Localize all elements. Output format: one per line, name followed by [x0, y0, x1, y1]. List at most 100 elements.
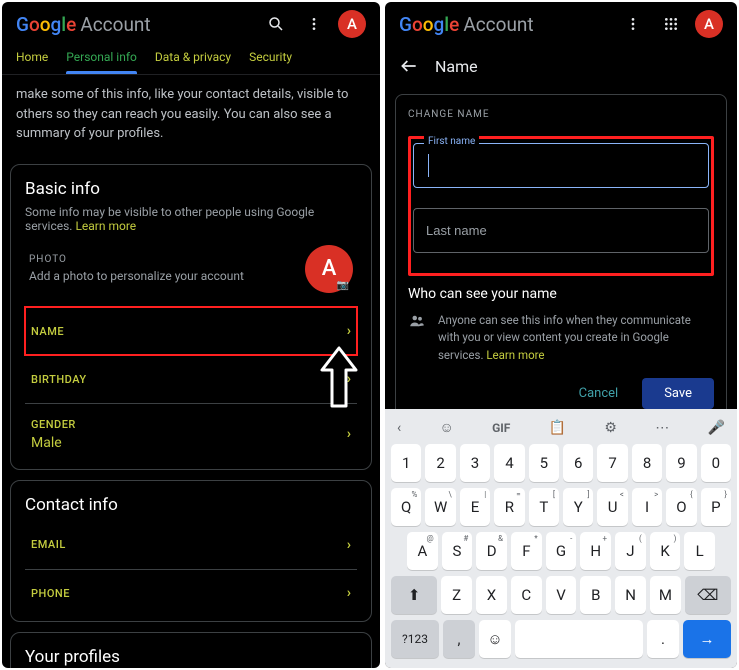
- chevron-left-icon[interactable]: ‹: [397, 420, 401, 436]
- keyboard-row-4: ⬆ ZXCVBNM ⌫: [389, 576, 733, 614]
- tab-data-privacy[interactable]: Data & privacy: [155, 50, 231, 74]
- key-V[interactable]: V: [546, 576, 577, 614]
- who-can-see-text: Anyone can see this info when they commu…: [438, 312, 714, 364]
- save-button[interactable]: Save: [642, 378, 714, 409]
- birthday-row[interactable]: BIRTHDAY ›: [25, 355, 357, 403]
- phone-row[interactable]: PHONE ›: [25, 569, 357, 617]
- key-Q[interactable]: Q%: [391, 488, 421, 526]
- gender-row[interactable]: GENDER Male ›: [25, 403, 357, 465]
- chevron-right-icon: ›: [347, 426, 351, 442]
- apps-grid-icon[interactable]: [657, 10, 685, 38]
- key-9[interactable]: 9: [666, 444, 696, 482]
- basic-info-subtitle: Some info may be visible to other people…: [25, 205, 357, 233]
- key-L[interactable]: L: [684, 532, 715, 570]
- back-arrow-icon[interactable]: [399, 56, 419, 76]
- change-name-card: CHANGE NAME First name Who can see your …: [395, 94, 727, 422]
- key-P[interactable]: P}: [701, 488, 731, 526]
- key-M[interactable]: M: [650, 576, 681, 614]
- key-T[interactable]: T[: [529, 488, 559, 526]
- learn-more-link[interactable]: Learn more: [486, 348, 544, 362]
- last-name-field[interactable]: [413, 208, 709, 253]
- key-6[interactable]: 6: [563, 444, 593, 482]
- photo-row[interactable]: PHOTO Add a photo to personalize your ac…: [25, 233, 357, 307]
- more-vert-icon[interactable]: [300, 10, 328, 38]
- emoji-key[interactable]: ☺: [479, 620, 511, 658]
- chevron-right-icon: ›: [347, 371, 351, 387]
- settings-gear-icon[interactable]: ⚙: [604, 420, 617, 436]
- key-Z[interactable]: Z: [441, 576, 472, 614]
- tab-security[interactable]: Security: [249, 50, 292, 74]
- symbols-key[interactable]: ?123: [391, 620, 439, 658]
- key-3[interactable]: 3: [460, 444, 490, 482]
- key-W[interactable]: W\: [425, 488, 455, 526]
- tab-home[interactable]: Home: [16, 50, 48, 74]
- key-K[interactable]: K): [650, 532, 681, 570]
- name-row[interactable]: NAME ›: [25, 307, 357, 355]
- first-name-field[interactable]: First name: [413, 143, 709, 188]
- gender-value: Male: [31, 435, 347, 451]
- key-E[interactable]: E|: [460, 488, 490, 526]
- key-H[interactable]: H+: [580, 532, 611, 570]
- period-key[interactable]: .: [647, 620, 679, 658]
- space-key[interactable]: [515, 620, 643, 658]
- email-label: EMAIL: [31, 538, 347, 551]
- first-name-input[interactable]: [414, 144, 708, 187]
- basic-info-title: Basic info: [25, 179, 357, 199]
- more-horiz-icon[interactable]: ⋯: [655, 420, 669, 436]
- sticker-icon[interactable]: ☺: [440, 419, 454, 436]
- key-O[interactable]: O{: [666, 488, 696, 526]
- key-2[interactable]: 2: [425, 444, 455, 482]
- learn-more-link[interactable]: Learn more: [75, 219, 136, 233]
- gender-label: GENDER: [31, 418, 347, 431]
- email-row[interactable]: EMAIL ›: [25, 521, 357, 569]
- who-can-see-row: Anyone can see this info when they commu…: [408, 312, 714, 364]
- clipboard-icon[interactable]: 📋: [549, 420, 566, 436]
- key-D[interactable]: D&: [476, 532, 507, 570]
- avatar[interactable]: A: [338, 10, 366, 38]
- key-S[interactable]: S#: [442, 532, 473, 570]
- mic-icon[interactable]: 🎤: [707, 420, 724, 436]
- camera-icon: 📷: [337, 280, 349, 291]
- keyboard-bottom-row: ?123 , ☺ . →: [389, 620, 733, 658]
- key-B[interactable]: B: [580, 576, 611, 614]
- avatar[interactable]: A: [695, 10, 723, 38]
- key-4[interactable]: 4: [494, 444, 524, 482]
- key-J[interactable]: J(: [615, 532, 646, 570]
- photo-label: PHOTO: [29, 254, 295, 265]
- key-F[interactable]: F*: [511, 532, 542, 570]
- key-C[interactable]: C: [511, 576, 542, 614]
- key-Y[interactable]: Y]: [563, 488, 593, 526]
- backspace-key[interactable]: ⌫: [685, 576, 731, 614]
- key-0[interactable]: 0: [701, 444, 731, 482]
- key-G[interactable]: G-: [546, 532, 577, 570]
- key-5[interactable]: 5: [529, 444, 559, 482]
- comma-key[interactable]: ,: [443, 620, 475, 658]
- key-N[interactable]: N: [615, 576, 646, 614]
- birthday-label: BIRTHDAY: [31, 373, 347, 386]
- change-name-label: CHANGE NAME: [408, 109, 714, 120]
- header: Google Account A: [385, 2, 737, 42]
- last-name-input[interactable]: [414, 209, 708, 252]
- photo-sub: Add a photo to personalize your account: [29, 269, 295, 283]
- key-I[interactable]: I>: [632, 488, 662, 526]
- enter-key[interactable]: →: [683, 620, 731, 658]
- tab-personal-info[interactable]: Personal info: [66, 50, 137, 74]
- key-7[interactable]: 7: [597, 444, 627, 482]
- search-icon[interactable]: [262, 10, 290, 38]
- account-word: Account: [463, 13, 533, 36]
- photo-avatar[interactable]: A 📷: [305, 245, 353, 293]
- key-R[interactable]: R=: [494, 488, 524, 526]
- keyboard-toolbar: ‹ ☺ GIF 📋 ⚙ ⋯ 🎤: [389, 415, 733, 444]
- more-vert-icon[interactable]: [619, 10, 647, 38]
- chevron-right-icon: ›: [347, 323, 351, 339]
- text-cursor: [428, 154, 429, 177]
- key-X[interactable]: X: [476, 576, 507, 614]
- gif-button[interactable]: GIF: [492, 421, 510, 435]
- shift-key[interactable]: ⬆: [391, 576, 437, 614]
- chevron-right-icon: ›: [347, 537, 351, 553]
- key-U[interactable]: U<: [597, 488, 627, 526]
- key-1[interactable]: 1: [391, 444, 421, 482]
- key-8[interactable]: 8: [632, 444, 662, 482]
- cancel-button[interactable]: Cancel: [571, 380, 627, 407]
- key-A[interactable]: A@: [407, 532, 438, 570]
